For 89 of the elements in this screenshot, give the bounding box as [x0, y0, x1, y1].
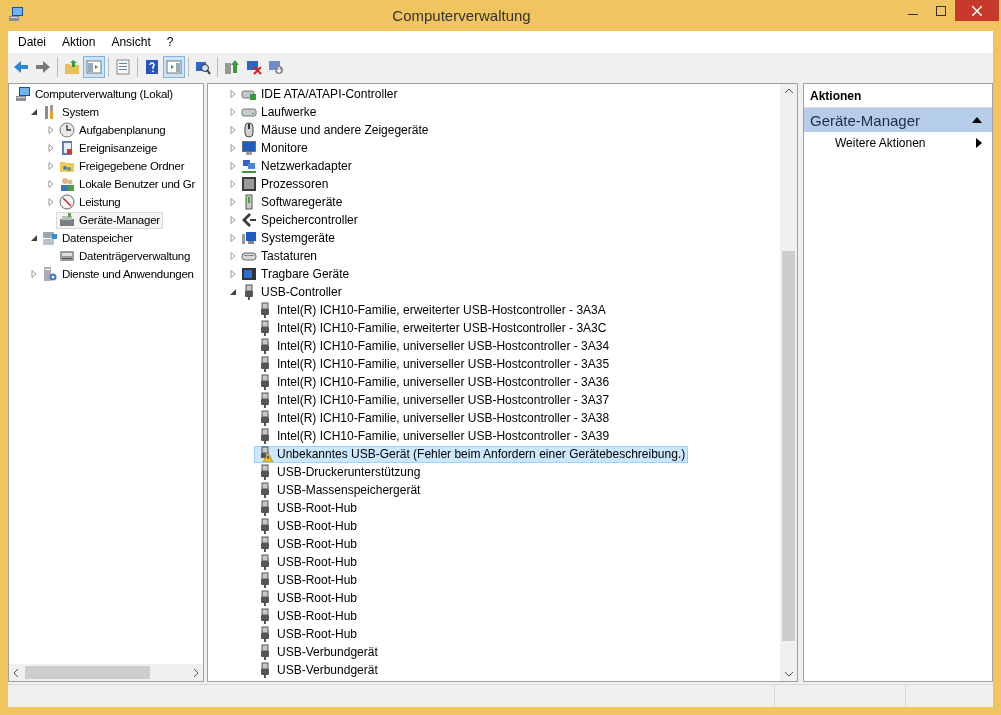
portable-device-icon [241, 266, 257, 282]
tree-item[interactable]: Intel(R) ICH10-Familie, universeller USB-Hostcontroller - 3A36 [254, 373, 613, 391]
tree-item[interactable]: USB-Root-Hub [254, 499, 361, 517]
disable-icon [268, 58, 284, 75]
gauge-icon [59, 194, 75, 210]
tree-item[interactable]: USB-Massenspeichergerät [254, 481, 424, 499]
update-driver-icon [224, 58, 240, 75]
tree-item[interactable]: Geräte-Manager [56, 211, 163, 229]
tree-item[interactable]: Intel(R) ICH10-Familie, universeller USB-Hostcontroller - 3A35 [254, 355, 613, 373]
tree-item[interactable]: Leistung [56, 193, 124, 211]
close-button[interactable] [955, 0, 999, 21]
tree-item[interactable]: USB-Verbundgerät [254, 661, 381, 679]
tree-item[interactable]: USB-Root-Hub [254, 589, 361, 607]
menu-item[interactable]: ? [158, 34, 182, 49]
forward-icon [35, 58, 51, 75]
submenu-arrow-icon [976, 138, 982, 148]
tree-item[interactable]: USB-Verbundgerät [254, 643, 381, 661]
tree-item[interactable]: USB-Druckerunterstützung [254, 463, 424, 481]
tree-item[interactable]: Monitore [238, 139, 311, 157]
tree-item[interactable]: USB-Root-Hub [254, 571, 361, 589]
menu-item[interactable]: Aktion [54, 34, 104, 49]
tree-item[interactable]: Mäuse und andere Zeigegeräte [238, 121, 432, 139]
tree-item[interactable]: System [39, 103, 102, 121]
tree-item[interactable]: Lokale Benutzer und Gr [56, 175, 198, 193]
expander-icon[interactable] [229, 288, 237, 296]
computer-icon [15, 86, 31, 102]
close-icon [972, 5, 982, 16]
event-log-icon [59, 140, 75, 156]
tree-item[interactable]: USB-Root-Hub [254, 625, 361, 643]
tree-item[interactable]: Freigegebene Ordner [56, 157, 188, 175]
tree-item[interactable]: USB-Root-Hub [254, 607, 361, 625]
menu-item[interactable]: Ansicht [103, 34, 159, 49]
tree-item[interactable]: Speichercontroller [238, 211, 361, 229]
storage-icon [42, 230, 58, 246]
folder-up-icon [64, 58, 80, 75]
system-device-icon [241, 230, 257, 246]
device-manager-icon [59, 212, 75, 228]
tree-pane-icon [86, 58, 102, 75]
tree-item[interactable]: Systemgeräte [238, 229, 339, 247]
collapse-icon[interactable] [972, 117, 982, 123]
tree-item[interactable]: Prozessoren [238, 175, 332, 193]
tree-item[interactable]: Intel(R) ICH10-Familie, erweiterter USB-Hostcontroller - 3A3C [254, 319, 610, 337]
tree-item[interactable]: Unbekanntes USB-Gerät (Fehler beim Anfordern einer Gerätebeschreibung.) [254, 445, 689, 463]
tree-item[interactable]: Tragbare Geräte [238, 265, 353, 283]
tree-item[interactable]: Ereignisanzeige [56, 139, 161, 157]
tree-item[interactable]: IDE ATA/ATAPI-Controller [238, 85, 401, 103]
maximize-icon [936, 5, 946, 16]
window-title: Computerverwaltung [391, 7, 532, 24]
action-item[interactable]: Weitere Aktionen [804, 132, 992, 154]
horizontal-scrollbar[interactable] [9, 664, 203, 681]
tree-item[interactable]: Laufwerke [238, 103, 320, 121]
storage-controller-icon [241, 212, 257, 228]
users-icon [59, 176, 75, 192]
tree-pane-button[interactable] [83, 55, 105, 78]
tree-item[interactable]: Intel(R) ICH10-Familie, universeller USB-Hostcontroller - 3A37 [254, 391, 613, 409]
uninstall-icon [246, 58, 262, 75]
back-icon [13, 58, 29, 75]
tree-item[interactable]: Intel(R) ICH10-Familie, universeller USB-Hostcontroller - 3A34 [254, 337, 613, 355]
menu-item[interactable]: Datei [10, 34, 54, 49]
tree-item[interactable]: Intel(R) ICH10-Familie, universeller USB-Hostcontroller - 3A38 [254, 409, 613, 427]
monitor-icon [241, 140, 257, 156]
computer-icon [8, 6, 24, 22]
expander-icon[interactable] [30, 234, 38, 242]
properties-icon [115, 58, 131, 75]
mouse-icon [241, 122, 257, 138]
tree-item[interactable]: Datenspeicher [39, 229, 136, 247]
tree-item[interactable]: Aufgabenplanung [56, 121, 169, 139]
tree-item[interactable]: USB-Controller [238, 283, 345, 301]
tree-item[interactable]: Dienste und Anwendungen [39, 265, 197, 283]
expander-icon[interactable] [30, 108, 38, 116]
minimize-icon [908, 14, 918, 15]
network-icon [241, 158, 257, 174]
tree-item[interactable]: Netzwerkadapter [238, 157, 355, 175]
clock-icon [59, 122, 75, 138]
tree-item[interactable]: Tastaturen [238, 247, 321, 265]
tree-item[interactable]: USB-Root-Hub [254, 553, 361, 571]
processor-icon [241, 176, 257, 192]
tree-item[interactable]: USB-Root-Hub [254, 535, 361, 553]
vertical-scrollbar[interactable] [780, 84, 797, 681]
action-pane-icon [166, 58, 182, 75]
tree-item[interactable]: Computerverwaltung (Lokal) [12, 85, 176, 103]
services-icon [42, 266, 58, 282]
help-icon [144, 58, 160, 75]
tree-item[interactable]: Intel(R) ICH10-Familie, universeller USB-Hostcontroller - 3A39 [254, 427, 613, 445]
tree-item[interactable]: Intel(R) ICH10-Familie, erweiterter USB-Hostcontroller - 3A3A [254, 301, 609, 319]
actions-section[interactable]: Geräte-Manager [804, 108, 992, 132]
tree-item[interactable]: Softwaregeräte [238, 193, 346, 211]
tree-item[interactable]: USB-Root-Hub [254, 517, 361, 535]
tree-item[interactable]: Datenträgerverwaltung [56, 247, 194, 265]
